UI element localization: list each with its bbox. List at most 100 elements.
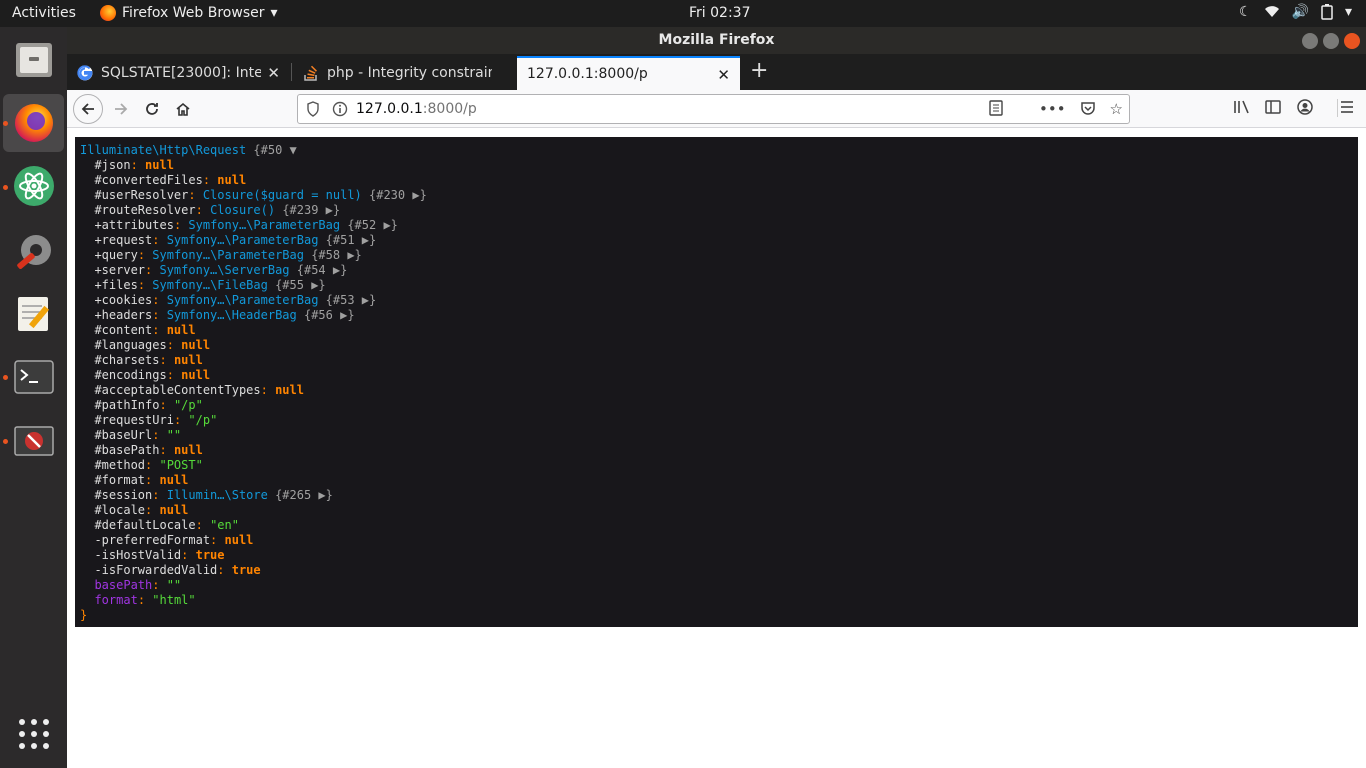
property-value: null bbox=[173, 353, 203, 367]
gnome-top-bar: Activities Firefox Web Browser ▾ Fri 02:… bbox=[0, 0, 1366, 27]
property-value: null bbox=[275, 383, 304, 397]
reload-button[interactable] bbox=[138, 95, 166, 123]
app-menu[interactable]: Firefox Web Browser ▾ bbox=[100, 5, 278, 21]
property-separator: : bbox=[181, 548, 196, 562]
firefox-icon bbox=[100, 5, 116, 21]
property-separator: : bbox=[173, 413, 189, 427]
tab-title: SQLSTATE[23000]: Integrity constraint vi… bbox=[101, 65, 261, 81]
sidebar-icon[interactable] bbox=[1265, 99, 1281, 119]
object-ref-toggle[interactable]: {#53 ▶} bbox=[318, 293, 377, 307]
property-separator: : bbox=[137, 278, 153, 292]
activities-button[interactable]: Activities bbox=[12, 5, 76, 21]
hamburger-menu-icon[interactable] bbox=[1339, 99, 1355, 119]
clock[interactable]: Fri 02:37 bbox=[689, 5, 750, 21]
property-name: format bbox=[94, 593, 138, 607]
system-tray[interactable]: ☾ 🔊 ▾ bbox=[1239, 4, 1352, 24]
property-separator: : bbox=[137, 248, 153, 262]
maximize-button[interactable] bbox=[1323, 33, 1339, 49]
home-button[interactable] bbox=[169, 95, 197, 123]
navigation-toolbar: 127.0.0.1:8000/p ••• ☆ bbox=[67, 90, 1366, 128]
object-ref-toggle[interactable]: {#51 ▶} bbox=[318, 233, 377, 247]
close-window-button[interactable] bbox=[1344, 33, 1360, 49]
volume-icon: 🔊 bbox=[1291, 4, 1309, 20]
pocket-icon[interactable] bbox=[1080, 100, 1096, 120]
object-ref-toggle[interactable]: {#55 ▶} bbox=[268, 278, 326, 292]
url-bar-actions: ••• ☆ bbox=[989, 100, 1123, 120]
object-ref-toggle[interactable]: {#230 ▶} bbox=[362, 188, 427, 202]
dump-property: #requestUri: "/p" bbox=[80, 413, 1353, 428]
info-icon[interactable] bbox=[332, 101, 348, 121]
dump-property: basePath: "" bbox=[80, 578, 1353, 593]
dock-atom[interactable] bbox=[3, 157, 64, 215]
property-value: "" bbox=[166, 578, 182, 592]
reader-view-icon[interactable] bbox=[989, 100, 1003, 120]
new-tab-button[interactable]: + bbox=[750, 58, 768, 83]
property-value: Closure($guard = null) bbox=[202, 188, 362, 202]
close-tab-icon[interactable]: ✕ bbox=[267, 64, 280, 82]
dock-firefox[interactable] bbox=[3, 94, 64, 152]
tab-stackoverflow[interactable]: php - Integrity constraint violation ✕ bbox=[293, 56, 516, 90]
tab-localhost[interactable]: 127.0.0.1:8000/p ✕ bbox=[517, 56, 740, 90]
forward-button[interactable] bbox=[107, 95, 135, 123]
show-applications-button[interactable] bbox=[3, 705, 64, 763]
property-separator: : bbox=[166, 368, 182, 382]
dump-property: +files: Symfony…\FileBag {#55 ▶} bbox=[80, 278, 1353, 293]
system-menu-chevron-icon: ▾ bbox=[1344, 4, 1352, 20]
property-separator: : bbox=[145, 263, 160, 277]
property-value: true bbox=[231, 563, 261, 577]
property-value: "/p" bbox=[188, 413, 218, 427]
dock-text-editor[interactable] bbox=[3, 284, 64, 342]
library-icon[interactable] bbox=[1233, 99, 1251, 119]
dump-property: +query: Symfony…\ParameterBag {#58 ▶} bbox=[80, 248, 1353, 263]
dump-property: +request: Symfony…\ParameterBag {#51 ▶} bbox=[80, 233, 1353, 248]
arrow-left-icon bbox=[81, 103, 94, 115]
shield-icon[interactable] bbox=[306, 101, 320, 121]
firefox-icon bbox=[14, 104, 53, 142]
property-value: Illumin…\Store bbox=[166, 488, 268, 502]
property-name: -isHostValid bbox=[94, 548, 182, 562]
object-ref-toggle[interactable]: {#265 ▶} bbox=[268, 488, 333, 502]
object-ref-toggle[interactable]: {#54 ▶} bbox=[290, 263, 348, 277]
url-bar[interactable]: 127.0.0.1:8000/p ••• ☆ bbox=[297, 94, 1130, 124]
property-name: #acceptableContentTypes bbox=[94, 383, 261, 397]
atom-icon bbox=[13, 166, 54, 206]
dump-closing-brace: } bbox=[80, 608, 88, 622]
dump-toggle[interactable]: {#50 ▼ bbox=[253, 143, 296, 157]
object-ref-toggle[interactable]: {#239 ▶} bbox=[275, 203, 340, 217]
property-name: #locale bbox=[94, 503, 146, 517]
property-name: #defaultLocale bbox=[94, 518, 196, 532]
property-separator: : bbox=[188, 188, 203, 202]
property-separator: : bbox=[152, 293, 167, 307]
minimize-button[interactable] bbox=[1302, 33, 1318, 49]
dump-property: format: "html" bbox=[80, 593, 1353, 608]
dock-files[interactable] bbox=[3, 30, 64, 88]
terminal-icon bbox=[13, 360, 54, 394]
property-name: -isForwardedValid bbox=[94, 563, 218, 577]
stackoverflow-icon bbox=[304, 65, 317, 81]
property-name: basePath bbox=[94, 578, 153, 592]
close-tab-icon[interactable]: ✕ bbox=[717, 66, 730, 84]
running-indicator bbox=[3, 439, 8, 444]
tab-title: 127.0.0.1:8000/p bbox=[527, 66, 648, 82]
object-ref-toggle[interactable]: {#56 ▶} bbox=[297, 308, 355, 322]
window-title-bar[interactable]: Mozilla Firefox bbox=[67, 27, 1366, 54]
tab-bar: SQLSTATE[23000]: Integrity constraint vi… bbox=[67, 54, 1366, 90]
property-value: Symfony…\HeaderBag bbox=[166, 308, 297, 322]
property-value: Symfony…\FileBag bbox=[152, 278, 268, 292]
tab-sqlstate[interactable]: SQLSTATE[23000]: Integrity constraint vi… bbox=[67, 56, 290, 90]
bookmark-star-icon[interactable]: ☆ bbox=[1110, 100, 1123, 120]
dump-property: +cookies: Symfony…\ParameterBag {#53 ▶} bbox=[80, 293, 1353, 308]
arrow-right-icon bbox=[115, 103, 128, 115]
property-separator: : bbox=[152, 233, 167, 247]
property-separator: : bbox=[159, 443, 174, 457]
back-button[interactable] bbox=[73, 94, 103, 124]
page-actions-icon[interactable]: ••• bbox=[1039, 100, 1066, 120]
object-ref-toggle[interactable]: {#58 ▶} bbox=[304, 248, 362, 262]
dock-settings[interactable] bbox=[3, 221, 64, 279]
dock-terminal[interactable] bbox=[3, 348, 64, 406]
property-name: #basePath bbox=[94, 443, 160, 457]
object-ref-toggle[interactable]: {#52 ▶} bbox=[340, 218, 398, 232]
dock-blocked-app[interactable] bbox=[3, 412, 64, 470]
account-icon[interactable] bbox=[1297, 99, 1313, 119]
url-host: 127.0.0.1 bbox=[356, 101, 423, 117]
